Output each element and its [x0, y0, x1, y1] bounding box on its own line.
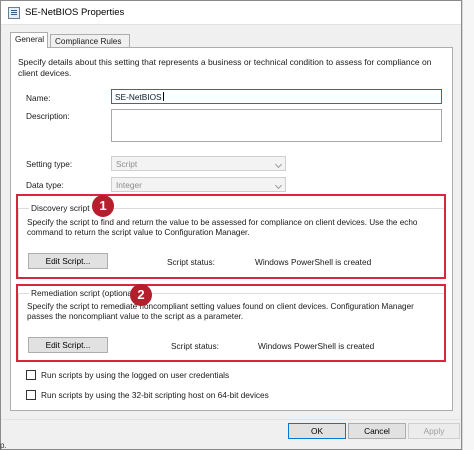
logged-on-credentials-label: Run scripts by using the logged on user … [41, 370, 230, 380]
window-title: SE-NetBIOS Properties [25, 7, 125, 18]
chevron-down-icon [274, 181, 283, 190]
remediation-highlight-box [16, 284, 446, 362]
name-label: Name: [26, 93, 51, 103]
cancel-button[interactable]: Cancel [348, 423, 406, 439]
setting-type-value: Script [116, 159, 138, 169]
edge-text-fragment: p. [0, 441, 7, 450]
data-type-dropdown[interactable]: Integer [111, 177, 286, 192]
text-cursor [162, 92, 164, 101]
callout-badge-1: 1 [92, 195, 114, 217]
footer-divider [1, 419, 461, 420]
background-window-edge [462, 0, 474, 450]
description-label: Description: [26, 111, 70, 121]
name-field[interactable]: SE-NetBIOS [111, 89, 442, 104]
title-bar: SE-NetBIOS Properties [1, 1, 461, 25]
data-type-label: Data type: [26, 180, 64, 190]
setting-type-label: Setting type: [26, 159, 73, 169]
setting-type-dropdown[interactable]: Script [111, 156, 286, 171]
chevron-down-icon [274, 160, 283, 169]
tab-general[interactable]: General [10, 32, 48, 48]
name-value: SE-NetBIOS [115, 92, 162, 102]
ok-button[interactable]: OK [288, 423, 346, 439]
tab-compliance-rules[interactable]: Compliance Rules [50, 34, 130, 48]
callout-badge-2: 2 [130, 284, 152, 306]
logged-on-credentials-checkbox[interactable] [26, 370, 36, 380]
discovery-highlight-box [16, 194, 446, 279]
properties-window-icon [8, 7, 20, 19]
data-type-value: Integer [116, 180, 142, 190]
description-field[interactable] [111, 109, 442, 142]
intro-text: Specify details about this setting that … [18, 57, 432, 78]
scripting-host-32bit-checkbox[interactable] [26, 390, 36, 400]
scripting-host-32bit-label: Run scripts by using the 32-bit scriptin… [41, 390, 269, 400]
apply-button[interactable]: Apply [408, 423, 460, 439]
